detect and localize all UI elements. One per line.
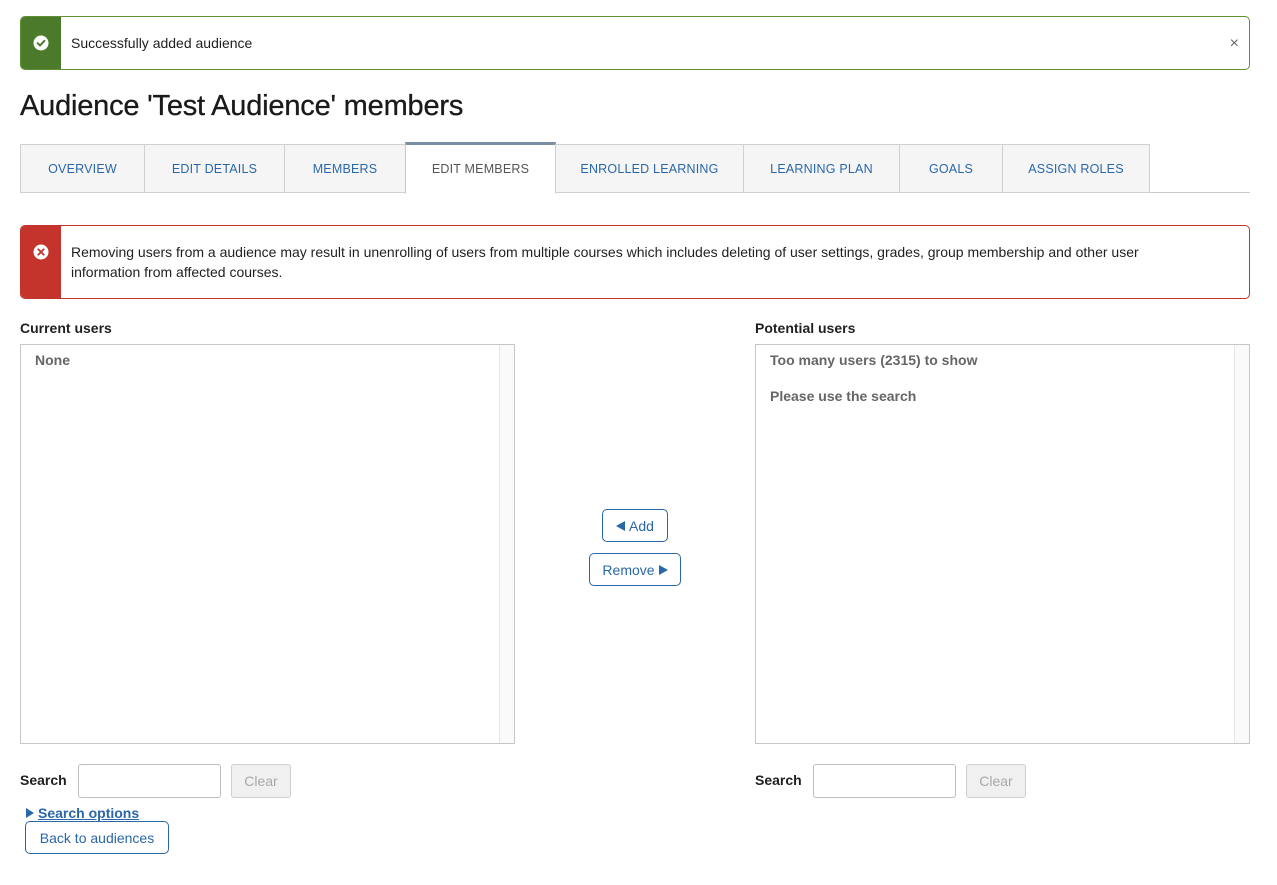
success-bar (21, 17, 61, 69)
current-users-search-input[interactable] (78, 764, 221, 798)
potential-users-list[interactable]: Too many users (2315) to show Please use… (755, 344, 1250, 744)
tab-bar: OVERVIEW EDIT DETAILS MEMBERS EDIT MEMBE… (20, 142, 1250, 194)
list-item: Too many users (2315) to show (770, 352, 978, 368)
potential-users-clear-button[interactable]: Clear (966, 764, 1026, 798)
tab-overview[interactable]: OVERVIEW (20, 144, 145, 193)
tab-edit-members[interactable]: EDIT MEMBERS (405, 142, 556, 194)
danger-bar (21, 226, 61, 298)
remove-button-label: Remove (602, 561, 655, 578)
tab-edit-details[interactable]: EDIT DETAILS (144, 144, 285, 193)
tab-assign-roles[interactable]: ASSIGN ROLES (1002, 144, 1150, 193)
add-button-label: Add (629, 517, 654, 534)
success-message: Successfully added audience (71, 35, 253, 51)
arrow-left-icon (616, 520, 626, 531)
list-item[interactable]: None (35, 352, 70, 368)
warning-alert: Removing users from a audience may resul… (20, 225, 1250, 299)
tab-enrolled-learning[interactable]: ENROLLED LEARNING (555, 144, 744, 193)
scrollbar[interactable] (1234, 345, 1249, 743)
current-users-list[interactable]: None (20, 344, 515, 744)
current-users-label: Current users (20, 320, 112, 336)
scrollbar[interactable] (499, 345, 514, 743)
remove-button[interactable]: Remove (589, 553, 681, 586)
list-item: Please use the search (770, 388, 917, 404)
error-circle-icon (33, 244, 49, 260)
add-button[interactable]: Add (602, 509, 668, 542)
close-icon[interactable]: × (1230, 34, 1239, 54)
search-options-toggle[interactable]: Search options (26, 805, 139, 821)
page-title: Audience 'Test Audience' members (20, 90, 464, 122)
tab-learning-plan[interactable]: LEARNING PLAN (743, 144, 900, 193)
check-circle-icon (33, 35, 49, 51)
success-alert: Successfully added audience × (20, 16, 1250, 70)
tab-members[interactable]: MEMBERS (284, 144, 406, 193)
current-users-clear-button[interactable]: Clear (231, 764, 291, 798)
potential-users-label: Potential users (755, 320, 856, 336)
tab-goals[interactable]: GOALS (899, 144, 1003, 193)
potential-users-search-input[interactable] (813, 764, 956, 798)
arrow-right-icon (658, 564, 668, 575)
current-users-search-label: Search (20, 772, 67, 788)
back-to-audiences-button[interactable]: Back to audiences (25, 821, 169, 854)
warning-message: Removing users from a audience may resul… (71, 244, 1139, 280)
potential-users-search-label: Search (755, 772, 802, 788)
search-options-label: Search options (38, 805, 140, 821)
caret-right-icon (26, 808, 34, 818)
